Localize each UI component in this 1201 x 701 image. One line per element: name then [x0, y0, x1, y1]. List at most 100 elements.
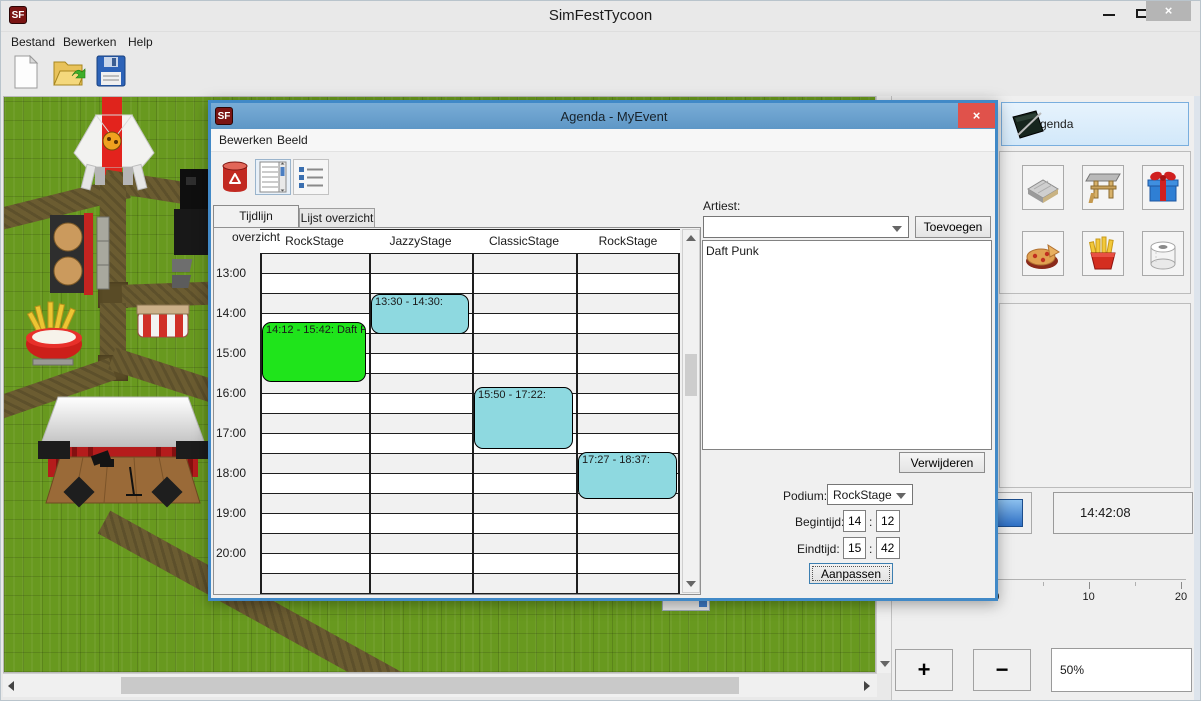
agenda-button[interactable]: Agenda [1001, 102, 1189, 146]
schedule-row [260, 554, 680, 574]
dialog-close-icon[interactable]: × [958, 103, 995, 128]
slider-tick [1089, 582, 1090, 589]
delete-agenda-button[interactable] [217, 159, 253, 195]
scroll-left-icon[interactable] [8, 681, 14, 691]
open-file-button[interactable] [51, 54, 85, 90]
slider-minor-tick [1135, 582, 1136, 586]
shop-pizza-button[interactable] [1022, 231, 1064, 276]
info-panel [999, 303, 1191, 488]
zoom-in-button[interactable]: + [895, 649, 953, 691]
scroll-right-icon[interactable] [864, 681, 870, 691]
time-gutter: 13:0014:0015:0016:0017:0018:0019:0020:00 [214, 229, 260, 594]
tab-tijdlijn-overzicht[interactable]: Tijdlijn overzicht [213, 205, 299, 227]
timeline-view-button[interactable] [255, 159, 291, 195]
begin-hour-input[interactable] [843, 510, 866, 532]
close-icon[interactable]: × [1146, 1, 1191, 21]
zoom-out-button[interactable]: − [973, 649, 1031, 691]
shop-stage-kit-button[interactable] [1082, 165, 1124, 210]
begin-minute-input[interactable] [876, 510, 900, 532]
artist-list-item[interactable]: Daft Punk [706, 243, 991, 259]
podium-label: Podium: [783, 489, 827, 503]
new-document-icon [11, 55, 41, 89]
schedule-event[interactable]: 15:50 - 17:22: [474, 387, 573, 448]
remove-artist-button[interactable]: Verwijderen [899, 452, 985, 473]
schedule-scrollbar[interactable] [682, 229, 700, 593]
end-hour-input[interactable] [843, 537, 866, 559]
map-horizontal-scrollbar[interactable] [3, 673, 877, 697]
end-hour-field-wrap [843, 537, 866, 559]
clock-display: 14:42:08 [1053, 492, 1193, 534]
clock-blue-icon [995, 499, 1023, 527]
schedule-grid[interactable]: RockStageJazzyStageClassicStageRockStage… [260, 229, 680, 594]
schedule-event[interactable]: 13:30 - 14:30: [371, 294, 469, 334]
schedule-panel: 13:0014:0015:0016:0017:0018:0019:0020:00… [213, 227, 701, 595]
menu-help[interactable]: Help [128, 34, 153, 50]
dialog-menubar: Bewerken Beeld [211, 129, 995, 152]
pizza-icon [1024, 235, 1062, 273]
begin-time-label: Begintijd: [795, 515, 844, 529]
time-label: 17:00 [216, 426, 246, 440]
striped-stand-object[interactable] [135, 299, 191, 341]
schedule-row [260, 514, 680, 534]
apply-button[interactable]: Aanpassen [809, 563, 893, 584]
end-minute-field-wrap [876, 537, 900, 559]
burger-stand-object[interactable] [48, 209, 110, 297]
schedule-event[interactable]: 17:27 - 18:37: [578, 452, 677, 499]
shop-toilet-paper-button[interactable] [1142, 231, 1184, 276]
fries-icon [1084, 235, 1122, 273]
grid-line [576, 229, 578, 594]
shop-fries-button[interactable] [1082, 231, 1124, 276]
dialog-titlebar[interactable]: SF Agenda - MyEvent × [211, 103, 995, 129]
artist-dropdown[interactable] [703, 216, 909, 238]
new-document-button[interactable] [9, 54, 43, 90]
open-folder-icon [52, 55, 86, 89]
sidebar-edge [1194, 96, 1201, 701]
scroll-down-icon[interactable] [880, 661, 890, 667]
tab-lijst-overzicht[interactable]: Lijst overzicht [299, 208, 375, 227]
time-label: 15:00 [216, 346, 246, 360]
scroll-down-icon[interactable] [686, 581, 696, 587]
dialog-menu-beeld[interactable]: Beeld [277, 133, 308, 148]
list-overview-button[interactable] [293, 159, 329, 195]
trash-icon [221, 161, 249, 193]
schedule-event[interactable]: 14:12 - 15:42: Daft Punk [262, 322, 366, 382]
shop-path-tile-button[interactable] [1022, 165, 1064, 210]
schedule-row [260, 534, 680, 554]
slider-tick-label: 10 [1083, 591, 1095, 603]
add-artist-button[interactable]: Toevoegen [915, 216, 991, 238]
begin-hour-field-wrap [843, 510, 866, 532]
artist-list[interactable]: Daft Punk [702, 240, 992, 450]
chevron-down-icon [892, 226, 902, 232]
scrollbar-thumb[interactable] [685, 354, 697, 396]
grid-line [260, 229, 262, 594]
menu-bewerken[interactable]: Bewerken [63, 34, 116, 50]
podium-dropdown[interactable]: RockStage [827, 484, 913, 505]
zoom-value: 50% [1051, 648, 1192, 692]
main-menubar: Bestand Bewerken Help [1, 31, 1200, 52]
scroll-up-icon[interactable] [686, 235, 696, 241]
fries-stand-object[interactable] [24, 300, 86, 366]
toilet-paper-icon [1144, 235, 1182, 273]
end-time-label: Eindtijd: [797, 542, 840, 556]
artist-label: Artiest: [703, 199, 740, 213]
time-label: 13:00 [216, 266, 246, 280]
menu-bestand[interactable]: Bestand [11, 34, 55, 50]
minimize-icon[interactable] [1103, 14, 1115, 16]
scrollbar-thumb[interactable] [121, 677, 739, 694]
save-button[interactable] [94, 54, 128, 90]
shop-gift-button[interactable] [1142, 165, 1184, 210]
end-minute-input[interactable] [876, 537, 900, 559]
time-separator: : [869, 542, 872, 556]
grid-line [678, 229, 680, 594]
tent-object[interactable] [68, 105, 160, 195]
stage-object[interactable] [38, 395, 210, 517]
time-separator: : [869, 515, 872, 529]
begin-minute-field-wrap [876, 510, 900, 532]
schedule-row [260, 294, 680, 314]
grid-line [260, 253, 680, 254]
main-toolbar [1, 51, 1200, 94]
slider-tick [1181, 582, 1182, 589]
time-label: 19:00 [216, 506, 246, 520]
save-icon [96, 55, 126, 87]
dialog-menu-bewerken[interactable]: Bewerken [219, 133, 272, 148]
